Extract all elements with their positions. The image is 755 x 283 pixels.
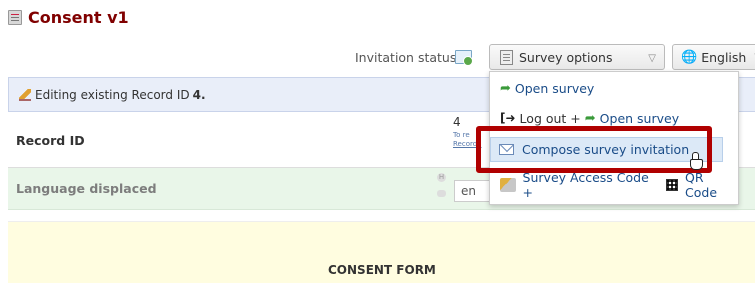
- record-id-value: 4: [453, 115, 461, 129]
- menu-item-open-survey[interactable]: ➦ Open survey: [490, 74, 738, 102]
- record-id-label: Record ID: [16, 133, 85, 148]
- page-header: Consent v1: [8, 6, 129, 28]
- green-arrow-icon: ➦: [500, 80, 511, 96]
- logout-icon: [➜: [500, 111, 516, 125]
- chevron-down-icon: ▽: [648, 53, 656, 64]
- invitation-status-label: Invitation status:: [355, 50, 461, 65]
- qr-code-icon: [666, 179, 679, 191]
- survey-options-label: Survey options: [519, 49, 613, 65]
- form-icon: [8, 9, 22, 25]
- language-label: English: [701, 49, 747, 65]
- menu-item-prefix: Survey Access Code +: [522, 170, 649, 200]
- survey-options-button[interactable]: Survey options ▽: [489, 44, 665, 70]
- green-arrow-icon: ➦: [584, 110, 596, 126]
- menu-item-survey-access-code[interactable]: Survey Access Code + QR Code: [490, 170, 738, 200]
- consent-section: CONSENT FORM: [8, 221, 755, 283]
- comment-icon[interactable]: [437, 190, 446, 197]
- globe-icon: 🌐: [681, 49, 698, 65]
- invitation-envelope-icon[interactable]: [455, 50, 473, 66]
- menu-item-label: Open survey: [599, 110, 680, 126]
- consent-form-title: CONSENT FORM: [328, 263, 436, 277]
- survey-document-icon: [500, 49, 513, 65]
- history-icon[interactable]: H: [437, 173, 446, 182]
- hand-pointer-cursor-icon: [690, 152, 703, 170]
- pencil-icon: [19, 88, 31, 101]
- key-icon: [500, 178, 516, 192]
- menu-item-label: QR Code: [685, 170, 718, 200]
- menu-item-label: Open survey: [514, 80, 595, 96]
- language-displayed-label: Language displaced: [16, 181, 157, 196]
- menu-item-prefix: Log out +: [519, 110, 581, 126]
- editing-text: Editing existing Record ID: [35, 87, 190, 102]
- highlight-box: [476, 126, 712, 173]
- page-title: Consent v1: [28, 7, 129, 27]
- language-select-button[interactable]: 🌐 English ▽: [672, 44, 755, 70]
- editing-record-id: 4.: [192, 87, 206, 102]
